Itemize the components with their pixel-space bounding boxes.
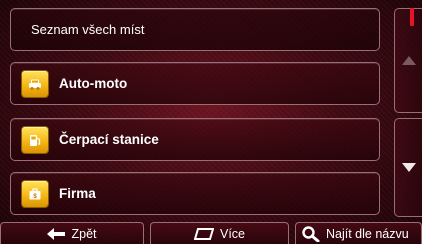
more-icon	[193, 227, 214, 240]
car-icon	[22, 70, 48, 97]
arrow-up-icon	[401, 56, 416, 65]
fuel-pump-icon	[22, 126, 48, 153]
more-label: Více	[219, 226, 245, 241]
arrow-down-icon	[401, 163, 416, 172]
more-button[interactable]: Více	[150, 222, 289, 244]
list-item-company[interactable]: $ Firma	[10, 172, 380, 215]
find-label: Najít dle názvu	[326, 226, 409, 241]
list-header-all-places[interactable]: Seznam všech míst	[10, 8, 380, 51]
back-button[interactable]: Zpět	[0, 222, 144, 244]
briefcase-icon: $	[22, 180, 48, 207]
back-label: Zpět	[71, 226, 97, 241]
arrow-left-icon	[47, 227, 66, 240]
svg-text:$: $	[33, 193, 37, 200]
list-item-auto-moto[interactable]: Auto-moto	[10, 62, 380, 105]
list-item-label: Čerpací stanice	[59, 132, 159, 147]
list-item-fuel-station[interactable]: Čerpací stanice	[10, 118, 380, 161]
scroll-down-button[interactable]	[394, 118, 422, 217]
bottom-bar: Zpět Více Najít dle názvu	[0, 222, 422, 244]
list-header-label: Seznam všech míst	[31, 22, 145, 37]
list-item-label: Firma	[59, 186, 96, 201]
scroll-thumb[interactable]	[410, 8, 414, 26]
list-item-label: Auto-moto	[59, 76, 128, 91]
find-by-name-button[interactable]: Najít dle názvu	[295, 222, 422, 244]
search-icon	[302, 225, 320, 242]
scroll-up-button[interactable]	[394, 8, 422, 113]
